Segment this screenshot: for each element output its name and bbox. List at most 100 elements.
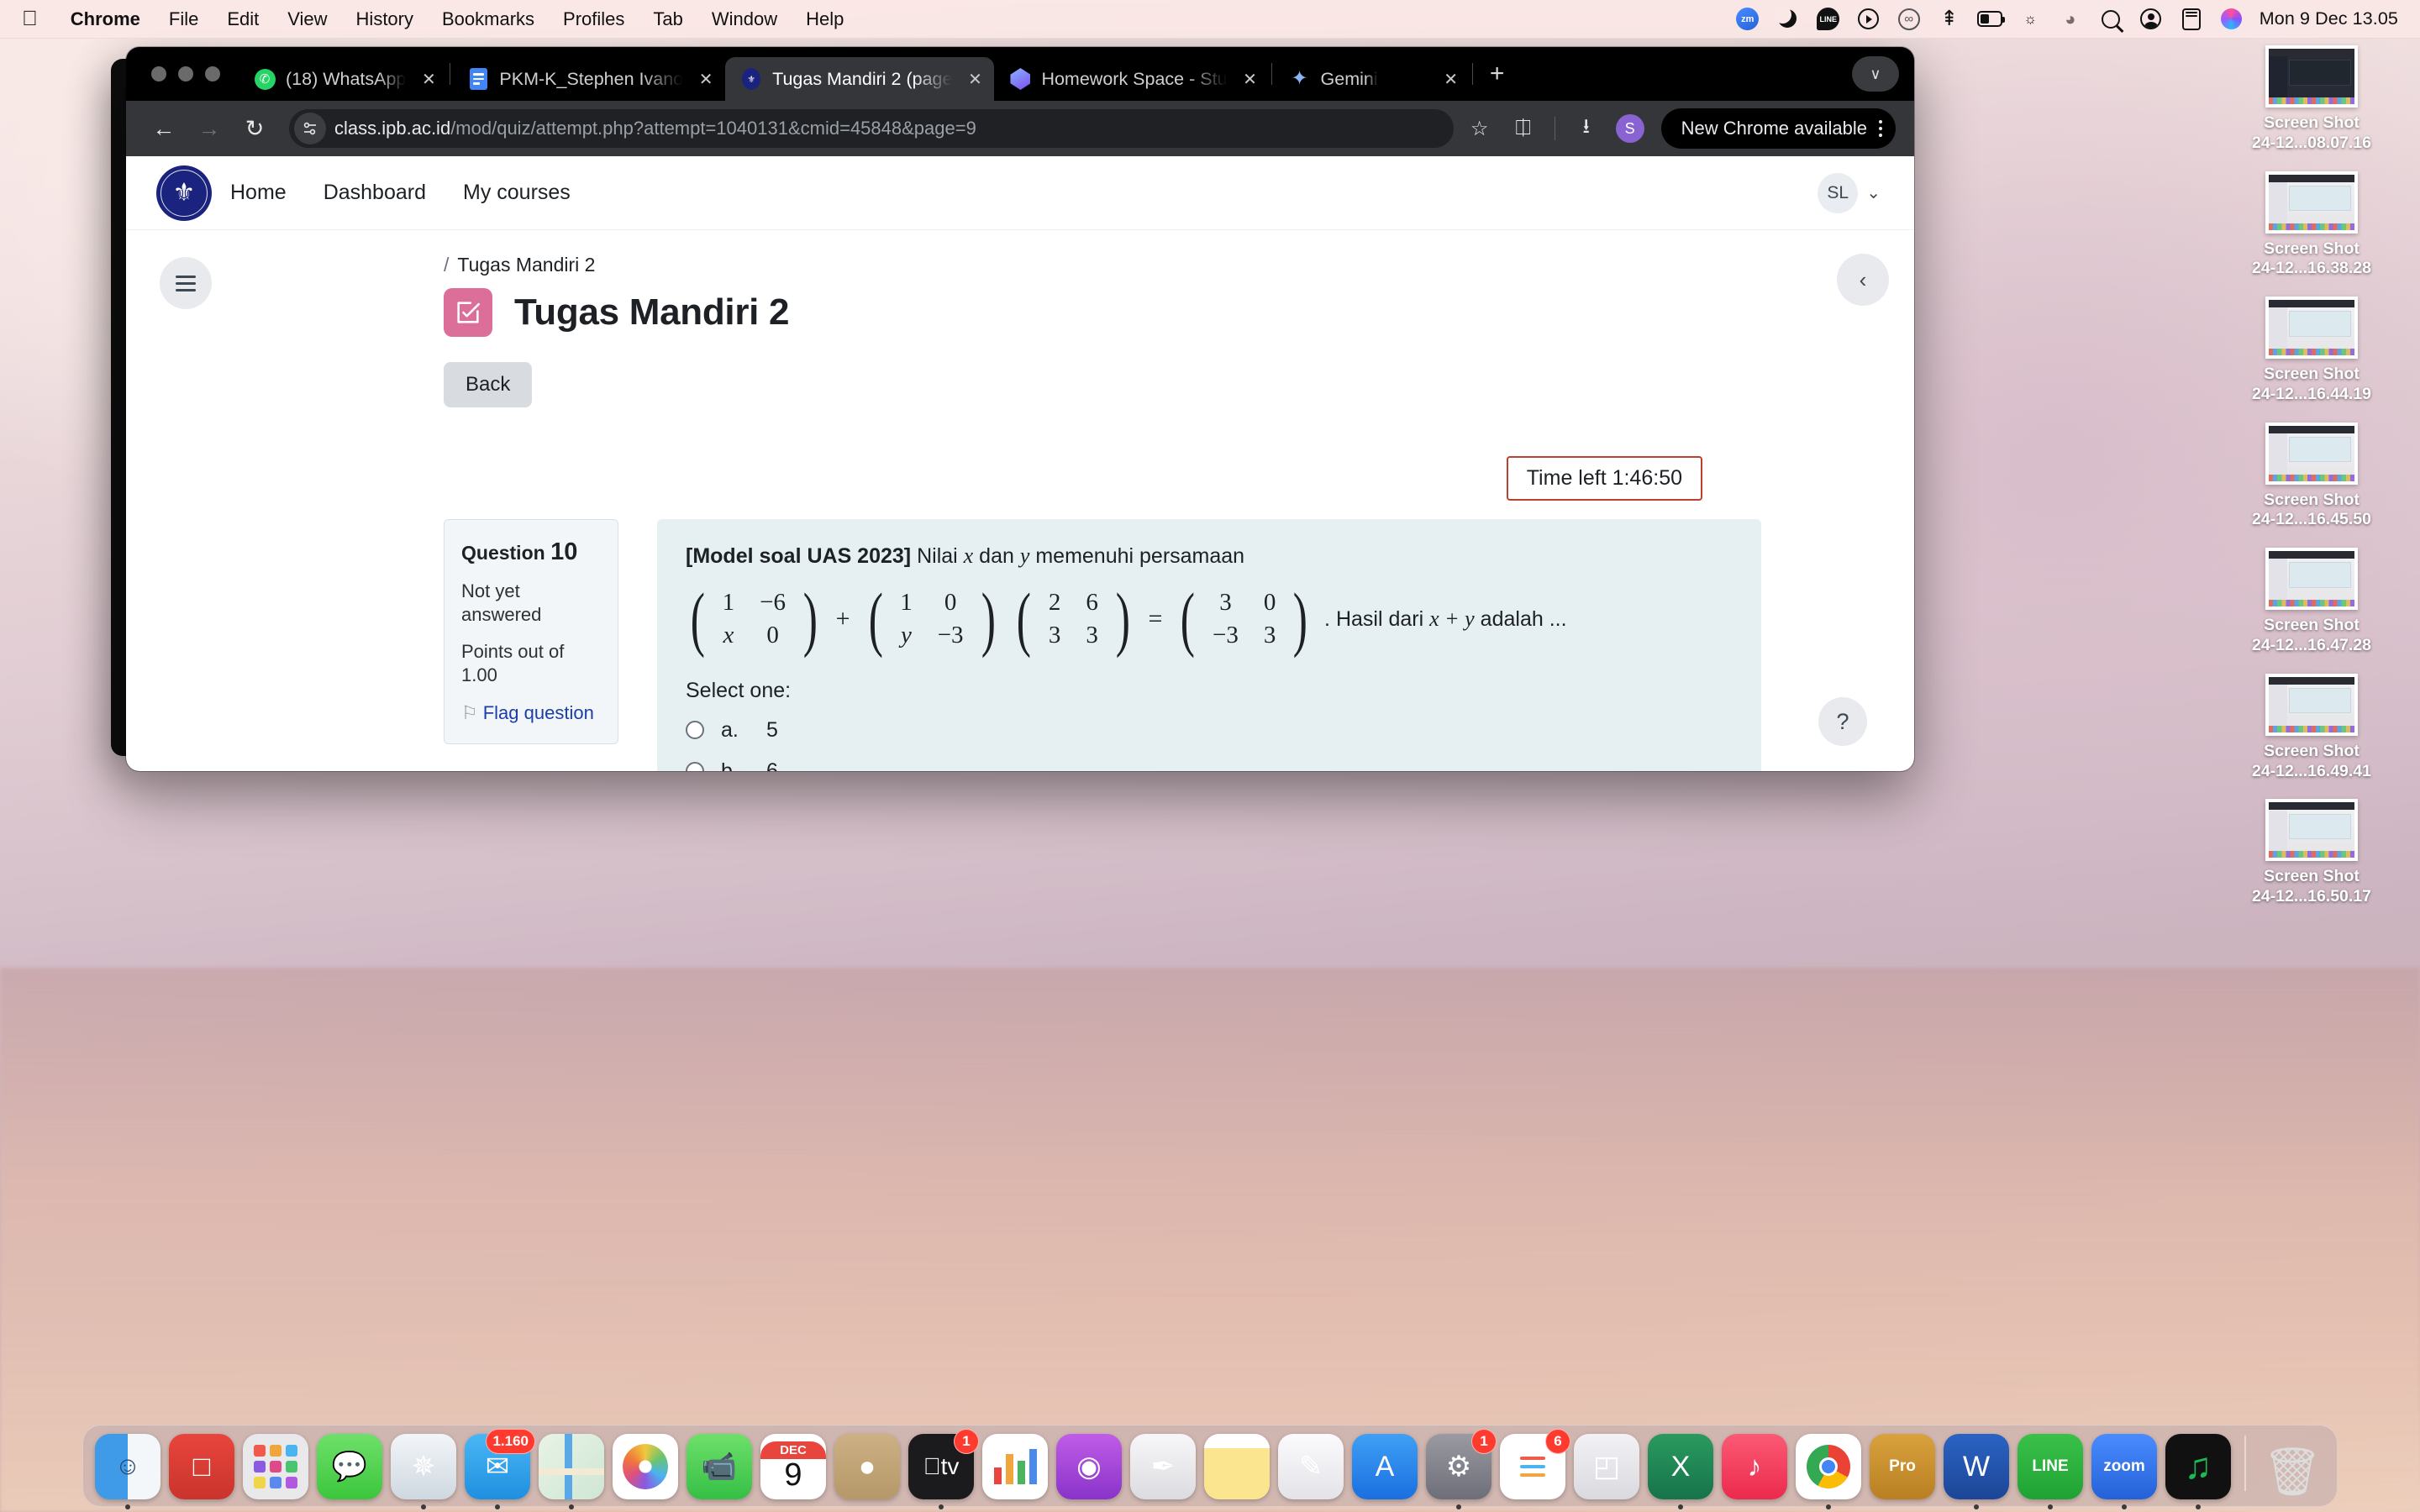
bluetooth-icon[interactable]: ⇞	[1937, 7, 1962, 32]
battery-icon[interactable]	[1976, 7, 2005, 32]
site-settings-icon[interactable]	[294, 113, 326, 144]
dock-item-spotify[interactable]: ♫	[2165, 1434, 2231, 1509]
back-button[interactable]: Back	[444, 362, 533, 407]
answer-option-b[interactable]: b. 6	[686, 759, 1733, 771]
dock-item-notes[interactable]	[1204, 1434, 1270, 1499]
dock-item-contacts-photos[interactable]: □	[169, 1434, 234, 1499]
help-button[interactable]: ?	[1818, 697, 1867, 746]
back-arrow-icon[interactable]: ←	[145, 109, 183, 148]
tab-pkm-k-doc[interactable]: PKM-K_Stephen Ivano ✕	[452, 57, 725, 101]
chrome-menu-icon[interactable]	[1879, 120, 1882, 137]
menu-bar-clock[interactable]: Mon 9 Dec 13.05	[2260, 8, 2398, 29]
menu-item-history[interactable]: History	[342, 8, 428, 30]
close-window-button[interactable]	[151, 66, 166, 81]
dock-item-numbers[interactable]	[982, 1434, 1048, 1499]
control-center-icon[interactable]	[2179, 7, 2204, 32]
menu-item-view[interactable]: View	[273, 8, 341, 30]
play-circle-icon[interactable]	[1856, 7, 1881, 32]
puzzle-piece-icon[interactable]: ⎅	[1504, 109, 1543, 148]
tab-tugas-mandiri-2[interactable]: ⚜ Tugas Mandiri 2 (page ✕	[725, 57, 995, 101]
chevron-down-icon[interactable]: ⌄	[1866, 182, 1881, 203]
forward-arrow-icon[interactable]: →	[190, 109, 229, 148]
dock-item-reminders[interactable]: 6	[1500, 1429, 1570, 1499]
dock-item-zoom[interactable]: zoom	[2091, 1434, 2157, 1509]
dock-item-word[interactable]: W	[1944, 1434, 2009, 1509]
dock-item-contacts[interactable]: ●	[834, 1434, 900, 1499]
tab-close-icon[interactable]: ✕	[1238, 66, 1263, 92]
tab-search-chevron-down-icon[interactable]: ∨	[1852, 56, 1899, 92]
wifi-icon[interactable]: ◕	[2058, 7, 2083, 32]
siri-icon[interactable]	[2219, 7, 2244, 32]
dock-item-line[interactable]: LINE	[2018, 1434, 2083, 1509]
menu-item-help[interactable]: Help	[792, 8, 858, 30]
dock-item-preview[interactable]: ◰	[1574, 1434, 1639, 1499]
address-bar[interactable]: class.ipb.ac.id/mod/quiz/attempt.php?att…	[289, 109, 1454, 148]
nav-item-home[interactable]: Home	[212, 181, 305, 205]
do-not-disturb-moon-icon[interactable]	[1773, 5, 1801, 32]
keyboard-brightness-icon[interactable]: ☼	[2018, 7, 2043, 32]
dock-item-apple-tv[interactable]: tv1	[908, 1429, 979, 1509]
dock-item-pages[interactable]: ✎	[1278, 1434, 1344, 1499]
tab-whatsapp[interactable]: ✆ (18) WhatsApp ✕	[239, 57, 448, 101]
dock-item-keynote[interactable]: ✒	[1130, 1434, 1196, 1499]
dock-item-messages[interactable]: 💬	[317, 1434, 382, 1499]
dock-item-music[interactable]: ♪	[1722, 1434, 1787, 1499]
star-icon[interactable]: ☆	[1460, 109, 1499, 148]
dock-item-maps[interactable]	[539, 1434, 604, 1509]
answer-option-a[interactable]: a. 5	[686, 718, 1733, 743]
tab-close-icon[interactable]: ✕	[693, 66, 718, 92]
chrome-update-button[interactable]: New Chrome available	[1660, 108, 1896, 149]
tab-close-icon[interactable]: ✕	[1439, 66, 1464, 92]
download-icon[interactable]: ⭳	[1567, 109, 1606, 148]
flag-question-link[interactable]: ⚐ Flag question	[461, 701, 601, 725]
radio-button[interactable]	[686, 762, 704, 771]
spotlight-search-icon[interactable]	[2098, 7, 2123, 32]
minimize-window-button[interactable]	[178, 66, 193, 81]
desktop-icon-screenshot[interactable]: Screen Shot 24-12...16.45.50	[2215, 422, 2408, 531]
radio-button[interactable]	[686, 721, 704, 740]
user-account-icon[interactable]	[2139, 7, 2164, 32]
menu-item-file[interactable]: File	[155, 8, 213, 30]
desktop-icon-screenshot[interactable]: Screen Shot 24-12...16.38.28	[2215, 171, 2408, 280]
dock-item-trash[interactable]: 🗑	[2260, 1434, 2325, 1499]
dock-item-safari[interactable]: ✵	[391, 1434, 456, 1509]
dock-item-photos[interactable]	[613, 1434, 678, 1499]
tab-gemini[interactable]: ✦ Gemini ✕	[1274, 57, 1470, 101]
avatar[interactable]: SL	[1818, 172, 1859, 213]
user-menu[interactable]: SL ⌄	[1818, 172, 1881, 213]
nav-item-dashboard[interactable]: Dashboard	[305, 181, 445, 205]
line-icon[interactable]: LINE	[1816, 7, 1841, 32]
dock-item-excel[interactable]: X	[1648, 1434, 1713, 1509]
dock-item-system-settings[interactable]: ⚙ 1	[1426, 1429, 1497, 1509]
menu-item-profiles[interactable]: Profiles	[549, 8, 639, 30]
dock-item-pro-tools[interactable]: Pro	[1870, 1434, 1935, 1499]
tab-close-icon[interactable]: ✕	[416, 66, 441, 92]
dock-item-chrome[interactable]	[1796, 1434, 1861, 1509]
menu-item-chrome[interactable]: Chrome	[56, 8, 155, 30]
desktop-icon-screenshot[interactable]: Screen Shot 24-12...16.49.41	[2215, 673, 2408, 782]
dock-item-app-store[interactable]: A	[1352, 1434, 1418, 1499]
tab-close-icon[interactable]: ✕	[962, 66, 987, 92]
menu-item-bookmarks[interactable]: Bookmarks	[428, 8, 549, 30]
dock-item-podcasts[interactable]: ◉	[1056, 1434, 1122, 1499]
tab-homework-space[interactable]: Homework Space - Stu ✕	[994, 57, 1269, 101]
dock-item-facetime[interactable]: 📹	[687, 1434, 752, 1499]
zoom-icon[interactable]: zm	[1735, 7, 1760, 32]
desktop-icon-screenshot[interactable]: Screen Shot 24-12...16.47.28	[2215, 548, 2408, 656]
desktop-icon-screenshot[interactable]: Screen Shot 24-12...08.07.16	[2215, 45, 2408, 154]
reload-icon[interactable]: ↻	[235, 109, 274, 148]
new-tab-button[interactable]: +	[1480, 56, 1515, 92]
nav-item-my-courses[interactable]: My courses	[445, 181, 589, 205]
profile-avatar[interactable]: S	[1615, 114, 1644, 143]
dock-item-finder[interactable]: ☺	[95, 1434, 160, 1509]
dock-item-mail[interactable]: ✉ 1.160	[465, 1429, 535, 1509]
apple-menu-icon[interactable]: 	[0, 8, 56, 29]
menu-item-edit[interactable]: Edit	[213, 8, 273, 30]
dock-item-calendar[interactable]: DEC 9	[760, 1434, 826, 1499]
creative-cloud-icon[interactable]: ∞	[1897, 7, 1922, 32]
menu-item-window[interactable]: Window	[697, 8, 792, 30]
maximize-window-button[interactable]	[205, 66, 220, 81]
menu-item-tab[interactable]: Tab	[639, 8, 697, 30]
ipb-logo[interactable]: ⚜	[156, 165, 212, 221]
dock-item-launchpad[interactable]	[243, 1434, 308, 1499]
